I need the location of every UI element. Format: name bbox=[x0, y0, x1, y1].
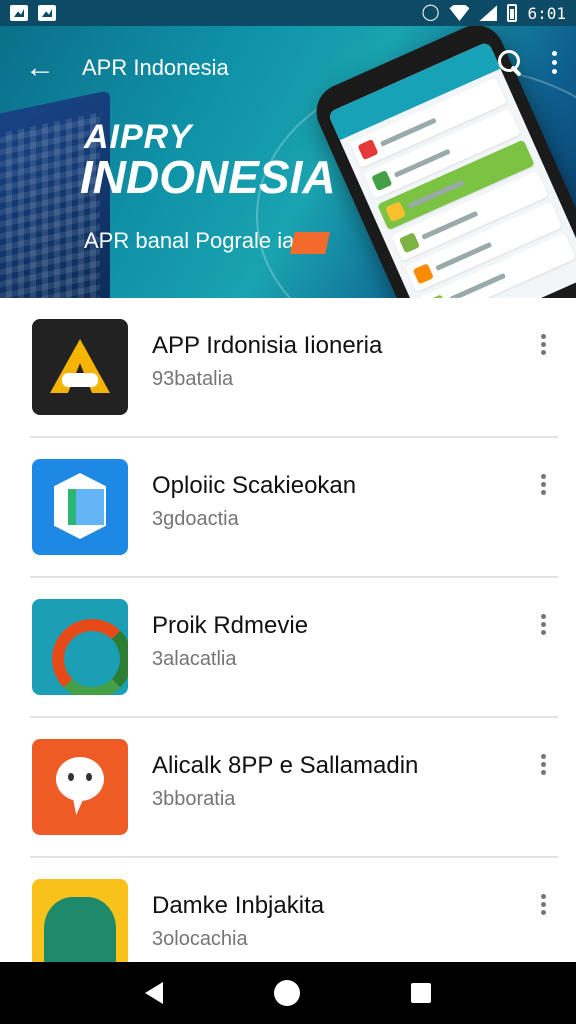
status-bar: ◯ 6:01 bbox=[0, 0, 576, 26]
monster-icon bbox=[32, 879, 128, 975]
app-subtitle: 3olocachia bbox=[152, 928, 248, 950]
nav-back-icon[interactable] bbox=[145, 982, 164, 1004]
arrow-left-icon: ← bbox=[25, 51, 55, 84]
app-title: Alicalk 8PP e Sallamadin bbox=[152, 752, 419, 779]
overflow-menu-icon[interactable] bbox=[550, 50, 558, 74]
banner-heading-line2: INDONESIA bbox=[80, 151, 336, 203]
item-menu-icon[interactable] bbox=[538, 894, 548, 915]
image-notification-icon bbox=[38, 5, 56, 21]
list-item[interactable]: Proik Rdmevie 3alacatlia bbox=[0, 578, 576, 718]
signal-icon bbox=[479, 5, 498, 21]
app-subtitle: 3alacatlia bbox=[152, 648, 237, 670]
back-button[interactable]: ← bbox=[20, 48, 60, 88]
app-title: Oploiic Scakieokan bbox=[152, 472, 357, 499]
hero-banner: ← APR Indonesia AIPRY INDONESIA APR bana… bbox=[0, 26, 576, 298]
item-menu-icon[interactable] bbox=[538, 334, 548, 355]
status-left bbox=[10, 5, 56, 21]
system-nav-bar bbox=[0, 962, 576, 1024]
battery-icon bbox=[507, 4, 518, 22]
hexagon-book-icon bbox=[32, 459, 128, 555]
item-menu-icon[interactable] bbox=[538, 614, 548, 635]
status-right: ◯ 6:01 bbox=[422, 4, 566, 23]
list-item[interactable]: APP Irdonisia Iioneria 93batalia bbox=[0, 298, 576, 438]
app-title: APP Irdonisia Iioneria bbox=[152, 332, 383, 359]
list-item[interactable]: Alicalk 8PP e Sallamadin 3bboratia bbox=[0, 718, 576, 858]
app-subtitle: 93batalia bbox=[152, 368, 234, 390]
search-icon[interactable] bbox=[496, 48, 524, 76]
app-list: APP Irdonisia Iioneria 93batalia Oploiic… bbox=[0, 298, 576, 998]
item-menu-icon[interactable] bbox=[538, 474, 548, 495]
item-menu-icon[interactable] bbox=[538, 754, 548, 775]
list-item[interactable]: Oploiic Scakieokan 3gdoactia bbox=[0, 438, 576, 578]
app-bar: ← APR Indonesia bbox=[0, 26, 576, 110]
banner-subtitle: APR banal Pograle ia bbox=[84, 228, 295, 253]
data-saver-icon: ◯ bbox=[421, 4, 440, 21]
app-title: Proik Rdmevie bbox=[152, 612, 309, 639]
ring-icon bbox=[32, 599, 128, 695]
app-subtitle: 3gdoactia bbox=[152, 508, 239, 530]
gallery-notification-icon bbox=[10, 5, 28, 21]
status-time: 6:01 bbox=[527, 3, 566, 23]
chat-bubble-icon bbox=[32, 739, 128, 835]
app-title: Damke Inbjakita bbox=[152, 892, 325, 919]
app-subtitle: 3bboratia bbox=[152, 788, 236, 810]
nav-recents-icon[interactable] bbox=[410, 983, 431, 1003]
app-a-icon bbox=[32, 319, 128, 415]
banner-badge-icon bbox=[290, 232, 330, 254]
page-title: APR Indonesia bbox=[82, 55, 229, 80]
nav-home-icon[interactable] bbox=[273, 980, 300, 1006]
appbar-actions bbox=[496, 48, 558, 76]
wifi-icon bbox=[449, 5, 470, 21]
